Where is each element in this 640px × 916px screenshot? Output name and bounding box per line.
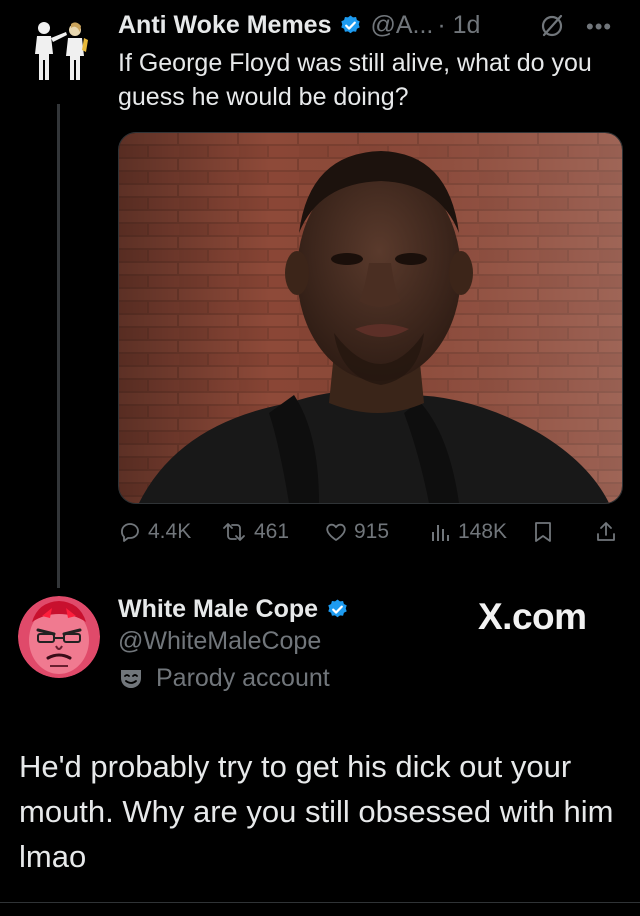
tweet2-header: White Male Cope [118, 592, 357, 626]
parody-label-text: Parody account [156, 664, 330, 692]
repost-icon [223, 523, 245, 541]
tweet1-header: Anti Woke Memes @A... · 1d [118, 8, 480, 42]
silhouette-figures-icon [20, 10, 98, 88]
verified-badge-icon [341, 14, 361, 33]
tweet1-timestamp[interactable]: · 1d [437, 11, 480, 40]
tweet2-handle[interactable]: @WhiteMaleCope [118, 627, 321, 656]
portrait-photo [119, 133, 622, 503]
tweet2-display-name[interactable]: White Male Cope [118, 595, 318, 624]
bookmark-icon [535, 522, 551, 542]
tweet1-handle[interactable]: @A... [370, 11, 433, 40]
red-angry-face-avatar [18, 596, 100, 678]
tweet1-action-bar: 4.4K 461 915 148K [118, 520, 624, 554]
like-count: 915 [354, 520, 390, 543]
grok-icon[interactable] [538, 12, 566, 40]
reply-count: 4.4K [148, 520, 192, 543]
tweet1-text: If George Floyd was still alive, what do… [118, 49, 592, 111]
share-button[interactable] [594, 520, 624, 544]
views-bar-chart-icon [432, 525, 449, 541]
share-icon [597, 522, 615, 541]
parody-account-label: Parody account [118, 664, 330, 693]
theater-mask-icon [121, 669, 141, 688]
tweet1-display-name[interactable]: Anti Woke Memes [118, 11, 331, 40]
heart-icon [326, 523, 346, 541]
divider [0, 902, 640, 903]
reply-button[interactable]: 4.4K [118, 520, 191, 544]
views-count: 148K [458, 520, 508, 543]
bookmark-button[interactable] [532, 520, 560, 544]
tweet2-text: He'd probably try to get his dick out yo… [19, 749, 614, 874]
repost-count: 461 [254, 520, 290, 543]
anti-woke-memes-avatar[interactable] [20, 10, 98, 88]
x-com-watermark: X.com [478, 596, 587, 637]
more-options-icon[interactable]: ••• [586, 14, 612, 40]
reply-icon [121, 523, 139, 542]
thread-connector-line [57, 104, 60, 588]
tweet1-media-image[interactable] [118, 132, 623, 504]
like-button[interactable]: 915 [324, 520, 389, 544]
repost-button[interactable]: 461 [220, 520, 289, 544]
views-button[interactable]: 148K [428, 520, 507, 544]
verified-badge-icon [328, 598, 347, 617]
white-male-cope-avatar[interactable] [18, 596, 100, 678]
